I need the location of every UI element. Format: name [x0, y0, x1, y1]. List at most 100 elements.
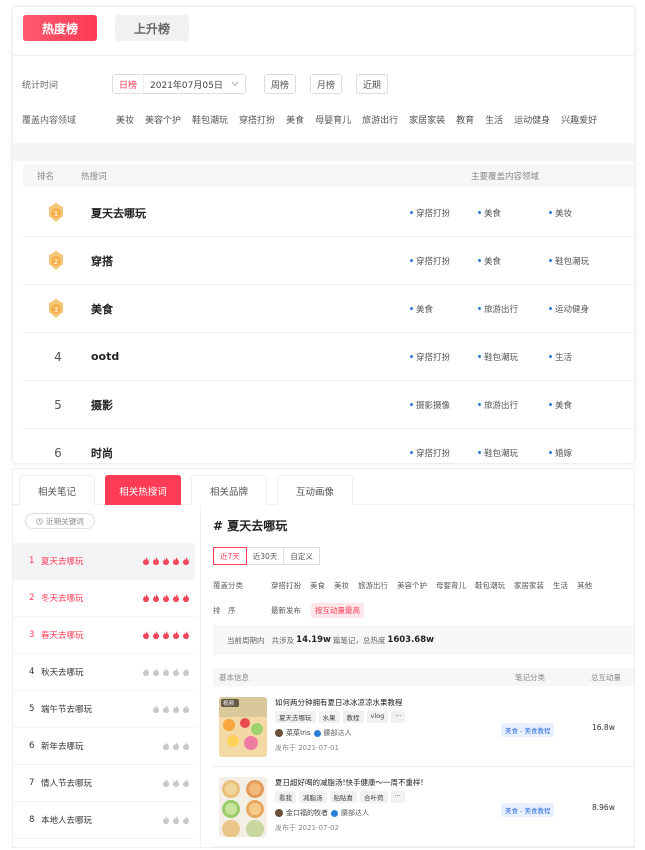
table-row[interactable]: 4 ootd 穿搭打扮 鞋包潮玩 生活 [23, 333, 634, 381]
note-tag[interactable]: ··· [390, 791, 405, 803]
tab-related-brands[interactable]: 相关品牌 [191, 475, 267, 505]
range-7-days[interactable]: 近7天 [213, 547, 247, 565]
note-author[interactable]: 金口福的牧者 腰部达人 [275, 808, 369, 818]
keyword-rank: 7 [29, 778, 35, 788]
domain-option[interactable]: 家居家装 [409, 113, 445, 126]
category-option[interactable]: 其他 [577, 580, 592, 591]
domain-option[interactable]: 穿搭打扮 [239, 113, 275, 126]
sort-latest[interactable]: 最新发布 [271, 605, 301, 616]
domain-option[interactable]: 母婴育儿 [315, 113, 351, 126]
domain-option[interactable]: 运动健身 [514, 113, 550, 126]
keyword-item[interactable]: 3 春天去哪玩 [13, 617, 195, 654]
tab-related-notes[interactable]: 相关笔记 [19, 475, 95, 505]
keyword-rank: 2 [29, 593, 35, 603]
rank-number: 5 [54, 397, 62, 412]
domain-tag: 穿搭打扮 [410, 351, 450, 363]
note-tag: 贴贴喜 [329, 791, 357, 803]
keyword-item[interactable]: 4 秋天去哪玩 [13, 654, 195, 691]
recent-button[interactable]: 近期 [355, 74, 388, 94]
domain-tag: 美食 [410, 303, 433, 315]
domain-option[interactable]: 旅游出行 [362, 113, 398, 126]
keyword-item[interactable]: 2 冬天去哪玩 [13, 580, 195, 617]
day-ranking-button[interactable]: 日榜 [113, 75, 145, 93]
note-author[interactable]: 菜菜Iris 腰部达人 [275, 728, 352, 738]
note-row[interactable]: 夏日超好喝的减脂汤!快手健康～一周不重样! 看我 减脂汤 贴贴喜 合叶荷 ···… [213, 769, 634, 847]
flame-icon [163, 705, 169, 713]
flame-icon [173, 816, 179, 824]
table-row[interactable]: 6 时尚 穿搭打扮 鞋包潮玩 婚嫁 [23, 429, 634, 463]
range-30-days[interactable]: 近30天 [245, 547, 285, 565]
keyword-item[interactable]: 6 新年去哪玩 [13, 728, 195, 765]
keyword-name: 端午节去哪玩 [41, 705, 93, 715]
category-option[interactable]: 鞋包潮玩 [475, 580, 505, 591]
table-row[interactable]: 3 美食 美食 旅游出行 运动健身 [23, 285, 634, 333]
date-select[interactable]: 2021年07月05日 [144, 78, 245, 91]
category-option[interactable]: 生活 [553, 580, 568, 591]
sort-by-interaction[interactable]: 按互动量最高 [311, 603, 364, 618]
tab-related-hot-words[interactable]: 相关热搜词 [105, 475, 181, 505]
range-selector: 近7天 近30天 自定义 [213, 547, 320, 565]
note-tag: 减脂汤 [299, 791, 327, 803]
domain-option[interactable]: 兴趣爱好 [561, 113, 597, 126]
note-tag[interactable]: ··· [391, 711, 406, 723]
domain-option[interactable]: 教育 [456, 113, 474, 126]
note-row[interactable]: 视频 如何两分钟拥有夏日冰冰凉凉水果教程 夏天去哪玩 水果 教程 vlog ··… [213, 689, 634, 767]
week-ranking-button[interactable]: 周榜 [263, 74, 296, 94]
domain-tag: 生活 [549, 351, 572, 363]
category-option[interactable]: 美食 [310, 580, 325, 591]
flame-icon [163, 816, 169, 824]
sort-label: 排 序 [213, 606, 236, 615]
flame-icon [143, 631, 149, 639]
recent-keywords-button[interactable]: 近期关键词 [25, 513, 95, 529]
verified-icon [313, 729, 321, 737]
stat-text: 共涉及 [271, 635, 295, 645]
tab-interaction-profile[interactable]: 互动画像 [277, 475, 353, 505]
keyword-name: 秋天去哪玩 [41, 668, 84, 678]
category-option[interactable]: 美容个护 [397, 580, 427, 591]
domain-tag: 美妆 [549, 207, 572, 219]
domain-tag: 穿搭打扮 [410, 447, 450, 459]
keyword-item[interactable]: 8 本地人去哪玩 [13, 802, 195, 839]
keyword-item[interactable]: 1 夏天去哪玩 [13, 543, 195, 580]
range-custom[interactable]: 自定义 [283, 547, 320, 565]
domain-option[interactable]: 鞋包潮玩 [192, 113, 228, 126]
domain-tag: 摄影摄像 [410, 399, 450, 411]
keyword-item[interactable]: 7 情人节去哪玩 [13, 765, 195, 802]
domain-tag: 美食 [478, 255, 501, 267]
domain-option[interactable]: 生活 [485, 113, 503, 126]
flame-icon [143, 594, 149, 602]
flame-icon [143, 668, 149, 676]
note-date: 发布于 2021-07-01 [275, 744, 339, 752]
keyword-item[interactable]: 5 端午节去哪玩 [13, 691, 195, 728]
heat-level [143, 631, 189, 639]
note-thumbnail[interactable] [219, 777, 267, 837]
table-row[interactable]: 2 穿搭 穿搭打扮 美食 鞋包潮玩 [23, 237, 634, 285]
medal-number: 1 [54, 210, 58, 218]
category-option[interactable]: 美妆 [334, 580, 349, 591]
domain-option[interactable]: 美妆 [116, 113, 134, 126]
note-title[interactable]: 夏日超好喝的减脂汤!快手健康～一周不重样! [275, 777, 424, 788]
category-option[interactable]: 旅游出行 [358, 580, 388, 591]
category-option[interactable]: 穿搭打扮 [271, 580, 301, 591]
domain-option[interactable]: 美食 [286, 113, 304, 126]
note-thumbnail[interactable]: 视频 [219, 697, 267, 757]
rank-number: 6 [54, 445, 62, 460]
category-option[interactable]: 母婴育儿 [436, 580, 466, 591]
domain-tag: 婚嫁 [549, 447, 572, 459]
heat-level [163, 779, 189, 787]
note-tag: vlog [366, 711, 389, 723]
recent-keywords-label: 近期关键词 [46, 516, 84, 526]
author-name: 金口福的牧者 [286, 809, 328, 817]
medal-number: 2 [54, 258, 58, 266]
col-note-category: 笔记分类 [515, 673, 545, 682]
tab-hot-ranking[interactable]: 热度榜 [23, 15, 97, 41]
domain-tag: 鞋包潮玩 [549, 255, 589, 267]
category-option[interactable]: 家居家装 [514, 580, 544, 591]
month-ranking-button[interactable]: 月榜 [309, 74, 342, 94]
tab-rising-ranking[interactable]: 上升榜 [115, 15, 189, 41]
note-title[interactable]: 如何两分钟拥有夏日冰冰凉凉水果教程 [275, 697, 403, 708]
table-row[interactable]: 1 夏天去哪玩 穿搭打扮 美食 美妆 [23, 189, 634, 237]
table-row[interactable]: 5 摄影 摄影摄像 旅游出行 美食 [23, 381, 634, 429]
day-picker[interactable]: 日榜 2021年07月05日 [112, 74, 246, 94]
domain-option[interactable]: 美容个护 [145, 113, 181, 126]
